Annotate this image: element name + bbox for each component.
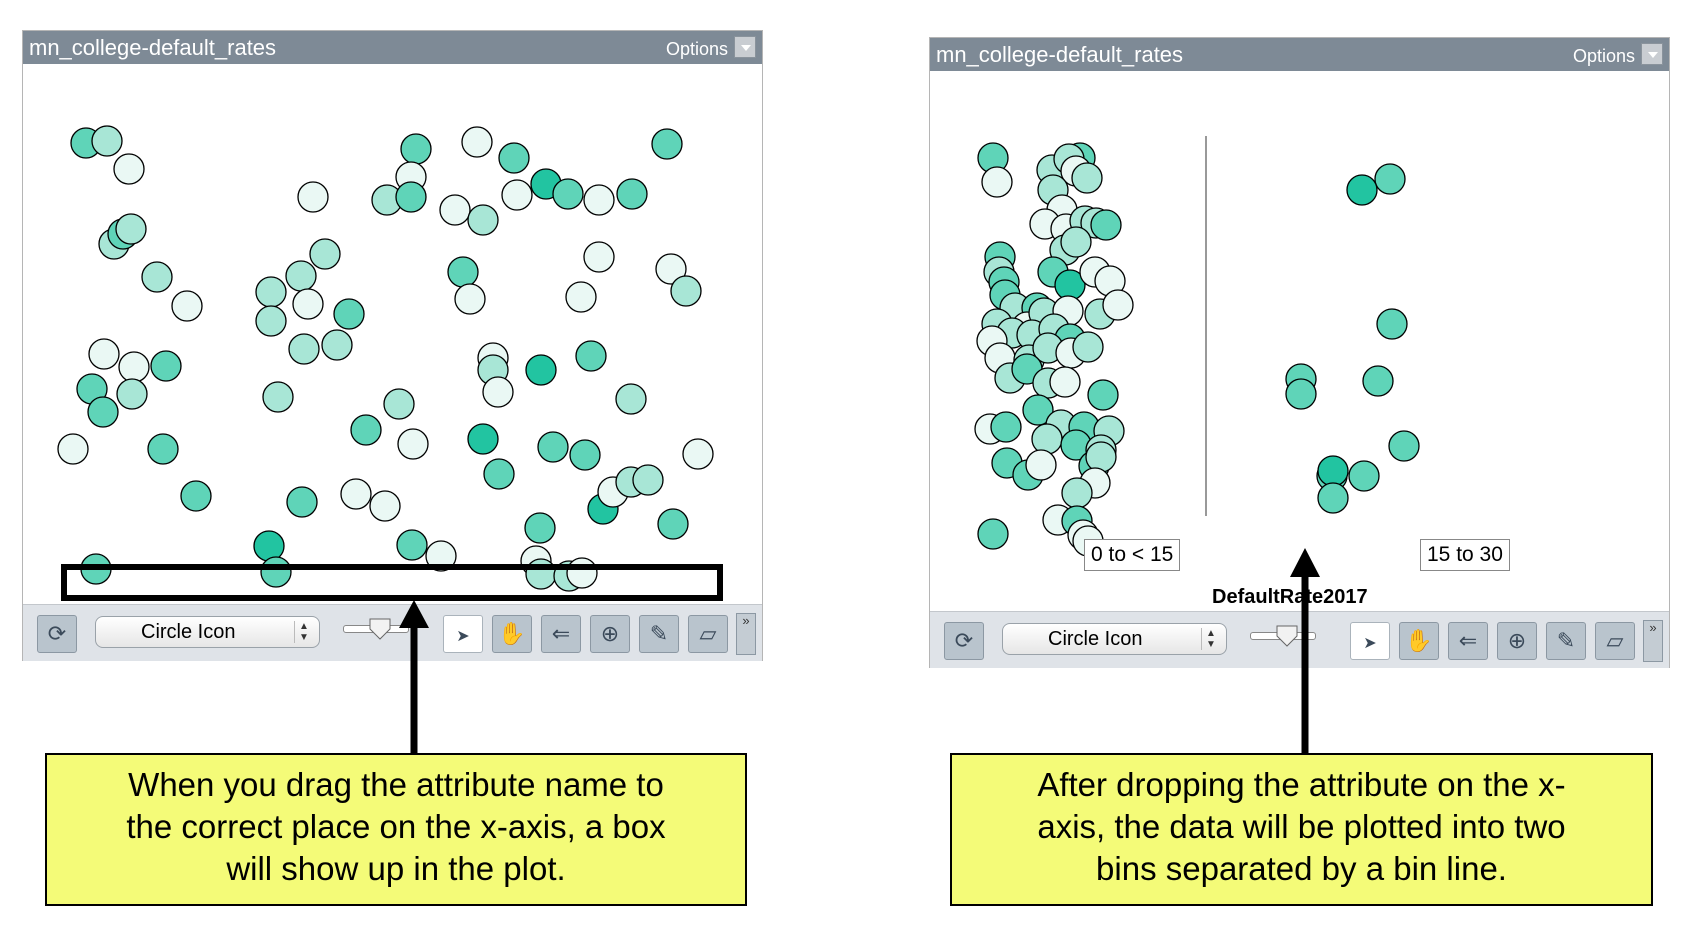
drop-target-box <box>61 564 723 601</box>
callout-right-line-2: axis, the data will be plotted into two <box>1037 808 1566 845</box>
callout-left-line-1: When you drag the attribute name to <box>128 766 664 803</box>
callout-right-line-3: bins separated by a bin line. <box>1096 850 1507 887</box>
arrow-left-head <box>399 600 429 628</box>
callout-left: When you drag the attribute name to the … <box>45 753 747 906</box>
callout-right: After dropping the attribute on the x- a… <box>950 753 1653 906</box>
arrow-right-head <box>1290 548 1320 577</box>
callout-left-line-3: will show up in the plot. <box>226 850 566 887</box>
callout-left-line-2: the correct place on the x-axis, a box <box>126 808 666 845</box>
callout-right-line-1: After dropping the attribute on the x- <box>1037 766 1566 803</box>
